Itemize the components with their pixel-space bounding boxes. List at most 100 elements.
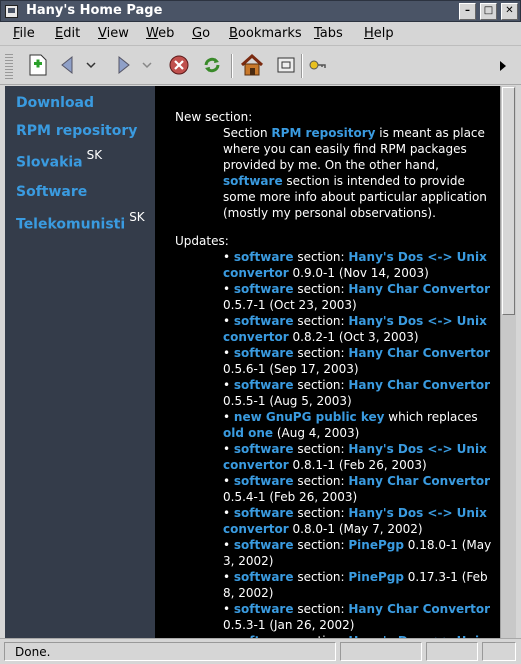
content-link[interactable]: convertor xyxy=(223,266,289,280)
sidebar-item-telekomunisti[interactable]: Telekomunisti SK xyxy=(16,210,145,233)
content-link[interactable]: software xyxy=(234,474,294,488)
sidebar-item-software[interactable]: Software xyxy=(16,184,87,200)
content-link[interactable]: Hany Char Convertor xyxy=(348,602,490,616)
content-link[interactable]: new GnuPG public key xyxy=(234,410,385,424)
menu-edit[interactable]: Edit xyxy=(55,26,80,41)
content-link[interactable]: software xyxy=(223,174,283,188)
content-link[interactable]: Hany's Dos <-> Unix xyxy=(348,250,486,264)
sidebar-item-label[interactable]: Download xyxy=(16,95,94,111)
content-link[interactable]: old one xyxy=(223,426,273,440)
sidebar-item-label[interactable]: Software xyxy=(16,184,87,200)
sidebar-item-label[interactable]: RPM repository xyxy=(16,123,137,139)
content-link[interactable]: convertor xyxy=(223,458,289,472)
content-line: • software section: Hany Char Convertor xyxy=(223,474,490,488)
reload-icon[interactable] xyxy=(199,52,225,78)
window-menu-icon[interactable] xyxy=(5,5,18,18)
vertical-scrollbar[interactable] xyxy=(500,86,516,638)
menu-bookmarks[interactable]: Bookmarks xyxy=(229,26,302,41)
stop-icon[interactable] xyxy=(166,52,192,78)
content-link[interactable]: Hany's Dos <-> Unix xyxy=(348,314,486,328)
status-panel xyxy=(340,642,422,661)
content-line: 8, 2002) xyxy=(223,586,273,600)
content-link[interactable]: PinePgp xyxy=(348,570,404,584)
content-link[interactable]: software xyxy=(234,314,294,328)
maximize-button[interactable]: □ xyxy=(480,3,497,20)
content-link[interactable]: Hany Char Convertor xyxy=(348,378,490,392)
back-history-chevron-icon[interactable] xyxy=(84,52,98,78)
content-text: • xyxy=(223,474,234,488)
menu-file[interactable]: File xyxy=(13,26,35,41)
content-link[interactable]: Hany Char Convertor xyxy=(348,346,490,360)
forward-arrow-icon[interactable] xyxy=(110,52,136,78)
content-line: where you can easily find RPM packages xyxy=(223,142,467,156)
content-line: 0.5.3-1 (Jan 26, 2002) xyxy=(223,618,354,632)
menu-go[interactable]: Go xyxy=(192,26,210,41)
content-link[interactable]: Hany Char Convertor xyxy=(348,282,490,296)
content-link[interactable]: PinePgp xyxy=(348,538,404,552)
content-line: convertor 0.8.2-1 (Oct 3, 2003) xyxy=(223,330,419,344)
sidebar-item-label[interactable]: Telekomunisti xyxy=(16,217,125,233)
content-text: • xyxy=(223,378,234,392)
content-link[interactable]: convertor xyxy=(223,522,289,536)
content-link[interactable]: Hany Char Convertor xyxy=(348,474,490,488)
content-text: provided by me. On the other hand, xyxy=(223,158,439,172)
content-text: 0.8.2-1 (Oct 3, 2003) xyxy=(288,330,419,344)
content-link[interactable]: RPM repository xyxy=(271,126,375,140)
content-text: 0.5.6-1 (Sep 17, 2003) xyxy=(223,362,359,376)
menu-tabs[interactable]: Tabs xyxy=(314,26,343,41)
menu-web[interactable]: Web xyxy=(146,26,174,41)
content-text: section: xyxy=(293,538,349,552)
content-link[interactable]: software xyxy=(234,250,294,264)
content-text: • xyxy=(223,250,234,264)
content-link[interactable]: software xyxy=(234,570,294,584)
key-icon[interactable] xyxy=(306,52,328,78)
content-line: 0.5.4-1 (Feb 26, 2003) xyxy=(223,490,357,504)
content-link[interactable]: software xyxy=(234,282,294,296)
toolbar-grip[interactable] xyxy=(5,53,13,79)
toolbar-separator xyxy=(231,54,233,78)
content-line: • software section: Hany's Dos <-> Unix xyxy=(223,250,487,264)
menu-help[interactable]: Help xyxy=(364,26,394,41)
content-link[interactable]: software xyxy=(234,346,294,360)
new-tab-icon[interactable] xyxy=(25,52,51,78)
minimize-button[interactable]: – xyxy=(459,3,476,20)
content-line: • software section: Hany Char Convertor xyxy=(223,346,490,360)
content-line: • software section: Hany Char Convertor xyxy=(223,282,490,296)
title-bar[interactable]: Hany's Home Page – □ ✕ xyxy=(0,0,521,22)
content-link[interactable]: software xyxy=(234,602,294,616)
content-link[interactable]: convertor xyxy=(223,330,289,344)
close-button[interactable]: ✕ xyxy=(501,3,518,20)
content-text: 0.8.1-1 (Feb 26, 2003) xyxy=(288,458,427,472)
content-link[interactable]: Hany's Dos <-> Unix xyxy=(348,442,486,456)
back-arrow-icon[interactable] xyxy=(55,52,81,78)
home-icon[interactable] xyxy=(239,52,265,78)
content-text: • xyxy=(223,602,234,616)
window-title: Hany's Home Page xyxy=(26,3,163,18)
content-text: section: xyxy=(293,378,349,392)
toolbar-overflow-arrow-icon[interactable] xyxy=(498,60,508,72)
sidebar-item-label[interactable]: Slovakia xyxy=(16,155,83,171)
content-link[interactable]: software xyxy=(234,506,294,520)
content-link[interactable]: software xyxy=(234,442,294,456)
content-text: section: xyxy=(293,474,349,488)
content-line: convertor 0.9.0-1 (Nov 14, 2003) xyxy=(223,266,429,280)
status-panel xyxy=(426,642,478,661)
menu-view[interactable]: View xyxy=(98,26,129,41)
content-link[interactable]: software xyxy=(234,538,294,552)
sidebar-item-rpm-repository[interactable]: RPM repository xyxy=(16,123,137,139)
sidebar-item-download[interactable]: Download xyxy=(16,95,94,111)
content-line: provided by me. On the other hand, xyxy=(223,158,439,172)
scrollbar-thumb[interactable] xyxy=(502,87,515,315)
content-text: • xyxy=(223,282,234,296)
content-line: • software section: Hany's Dos <-> Unix xyxy=(223,506,487,520)
sidebar-item-slovakia[interactable]: Slovakia SK xyxy=(16,148,102,171)
content-link[interactable]: software xyxy=(234,378,294,392)
content-text: 0.17.3-1 (Feb xyxy=(403,570,488,584)
content-link[interactable]: Hany's Dos <-> Unix xyxy=(348,506,486,520)
content-line: 0.5.6-1 (Sep 17, 2003) xyxy=(223,362,359,376)
content-text: 8, 2002) xyxy=(223,586,274,600)
fullscreen-icon[interactable] xyxy=(273,52,299,78)
forward-history-chevron-icon[interactable] xyxy=(140,52,154,78)
content-line: software section is intended to provide xyxy=(223,174,465,188)
status-panel-resize[interactable] xyxy=(482,642,516,661)
